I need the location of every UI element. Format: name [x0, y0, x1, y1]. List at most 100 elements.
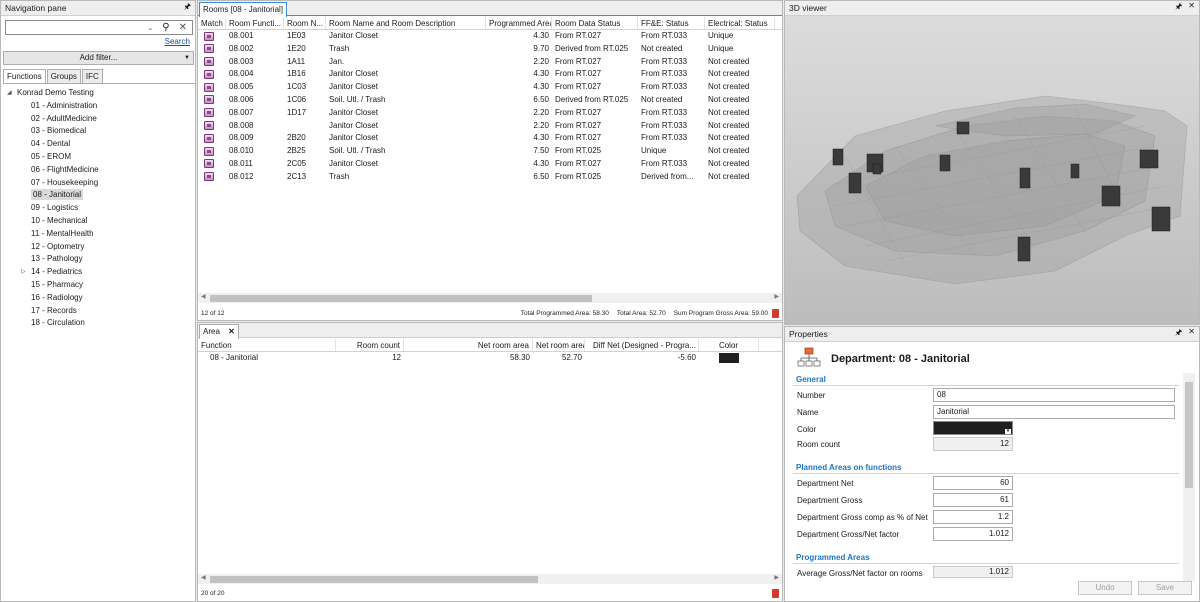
properties-vscrollbar[interactable]: [1183, 373, 1195, 581]
tab-groups[interactable]: Groups: [46, 69, 81, 83]
scroll-thumb[interactable]: [1185, 382, 1193, 488]
col-room-count[interactable]: Room count: [336, 339, 404, 351]
expand-arrow-icon[interactable]: ◢: [7, 87, 12, 100]
section-programmed-areas[interactable]: Programmed Areas: [796, 553, 870, 562]
table-row[interactable]: 08.012 2C13 Trash 6.50 From RT.025 Derived fr…: [198, 171, 782, 184]
tree-item[interactable]: 03 - Biomedical: [3, 125, 195, 138]
scroll-left-icon[interactable]: ◀: [201, 574, 206, 581]
number-field[interactable]: 08: [933, 388, 1175, 402]
area-tab-label: Area: [203, 327, 220, 336]
close-icon[interactable]: ✕: [1188, 327, 1195, 341]
pin-icon[interactable]: 🖈: [1175, 1, 1182, 15]
table-row[interactable]: 08.010 2B25 Soil. Utl. / Trash 7.50 From RT.…: [198, 145, 782, 158]
3d-model-view[interactable]: [785, 16, 1199, 324]
tree-item[interactable]: 01 - Administration: [3, 100, 195, 113]
clear-icon[interactable]: ✕: [179, 22, 187, 33]
scroll-thumb[interactable]: [210, 295, 592, 302]
table-row[interactable]: 08.002 1E20 Trash 9.70 Derived from RT.025 No…: [198, 43, 782, 56]
col-diff-net[interactable]: Diff Net (Designed - Progra...: [585, 339, 699, 351]
tree-item[interactable]: 18 - Circulation: [3, 317, 195, 330]
rooms-tab[interactable]: Rooms [08 - Janitorial]: [199, 2, 288, 17]
tree-item[interactable]: 10 - Mechanical: [3, 215, 195, 228]
area-hscrollbar[interactable]: ◀ ▶: [198, 574, 782, 584]
color-swatch[interactable]: [719, 353, 739, 364]
tab-functions[interactable]: Functions: [3, 69, 46, 84]
expand-arrow-icon[interactable]: ▷: [21, 266, 26, 279]
table-row[interactable]: 08.011 2C05 Janitor Closet 4.30 From RT.027 F…: [198, 158, 782, 171]
tree-item[interactable]: 13 - Pathology: [3, 253, 195, 266]
table-row[interactable]: 08.006 1C06 Soil. Utl. / Trash 6.50 Derived …: [198, 94, 782, 107]
nav-search-input[interactable]: ⌄ ⚲ ✕: [5, 20, 193, 35]
col-room-function[interactable]: Room Functi...: [226, 17, 284, 29]
tree-item-label: 12 - Optometry: [31, 241, 85, 251]
pin-icon[interactable]: 🖈: [184, 1, 191, 15]
pin-icon[interactable]: 🖈: [1175, 327, 1182, 341]
col-room-data-status[interactable]: Room Data Status: [552, 17, 638, 29]
col-room-name[interactable]: Room Name and Room Description: [326, 17, 486, 29]
col-ffe-status[interactable]: FF&E: Status: [638, 17, 705, 29]
col-electrical-status[interactable]: Electrical: Status: [705, 17, 775, 29]
room-data-status: From RT.027: [555, 56, 602, 66]
tree-item[interactable]: 17 - Records: [3, 305, 195, 318]
col-function[interactable]: Function: [198, 339, 336, 351]
dept-gross-field[interactable]: 61: [933, 493, 1013, 507]
gross-factor-field[interactable]: 1.012: [933, 527, 1013, 541]
table-row[interactable]: 08.001 1E03 Janitor Closet 4.30 From RT.027 F…: [198, 30, 782, 43]
room-data-status: Derived from RT.025: [555, 43, 629, 53]
table-row[interactable]: 08 - Janitorial 12 58.30 52.70 -5.60: [198, 352, 782, 365]
table-row[interactable]: 08.007 1D17 Janitor Closet 2.20 From RT.027 F…: [198, 107, 782, 120]
save-button[interactable]: Save: [1138, 581, 1192, 595]
scroll-left-icon[interactable]: ◀: [201, 293, 206, 300]
gross-pct-field[interactable]: 1.2: [933, 510, 1013, 524]
name-field[interactable]: Janitorial: [933, 405, 1175, 419]
tab-ifc[interactable]: IFC: [81, 69, 103, 83]
area-tab[interactable]: Area ✕: [199, 324, 239, 339]
room-name: Soil. Utl. / Trash: [329, 94, 386, 104]
tree-item[interactable]: 06 - FlightMedicine: [3, 164, 195, 177]
table-row[interactable]: 08.005 1C03 Janitor Closet 4.30 From RT.027 F…: [198, 81, 782, 94]
scroll-right-icon[interactable]: ▶: [774, 574, 779, 581]
pdf-export-icon[interactable]: [772, 589, 779, 598]
tree-item[interactable]: ▷ 14 - Pediatrics: [3, 266, 195, 279]
table-row[interactable]: 08.008 Janitor Closet 2.20 From RT.027 From …: [198, 120, 782, 133]
tree-item[interactable]: 11 - MentalHealth: [3, 228, 195, 241]
col-color[interactable]: Color: [699, 339, 759, 351]
tree-item[interactable]: 04 - Dental: [3, 138, 195, 151]
table-row[interactable]: 08.003 1A11 Jan. 2.20 From RT.027 From RT.033…: [198, 56, 782, 69]
col-room-number[interactable]: Room N...: [284, 17, 326, 29]
scroll-thumb[interactable]: [210, 576, 538, 583]
search-link[interactable]: Search: [165, 37, 190, 46]
col-programmed-area[interactable]: Programmed Area: [486, 17, 552, 29]
section-general[interactable]: General: [796, 375, 826, 384]
close-icon[interactable]: ✕: [228, 327, 235, 336]
tree-root[interactable]: ◢ Konrad Demo Testing: [3, 87, 195, 100]
tree-item[interactable]: 08 - Janitorial: [3, 189, 195, 202]
dept-net-field[interactable]: 60: [933, 476, 1013, 490]
col-net-room-area-2[interactable]: Net room area: [533, 339, 585, 351]
tree-item[interactable]: 07 - Housekeeping: [3, 177, 195, 190]
room-data-status: From RT.027: [555, 158, 602, 168]
col-net-room-area-1[interactable]: Net room area: [404, 339, 533, 351]
room-match-icon: [204, 133, 214, 143]
add-filter-button[interactable]: Add filter... ▼: [3, 51, 194, 65]
search-icon[interactable]: ⚲: [162, 22, 169, 33]
table-row[interactable]: 08.004 1B16 Janitor Closet 4.30 From RT.027 F…: [198, 68, 782, 81]
pdf-export-icon[interactable]: [772, 309, 779, 318]
electrical-status: Not created: [708, 56, 750, 66]
chevron-down-icon[interactable]: ⌄: [147, 24, 153, 32]
color-picker[interactable]: ▾: [933, 421, 1013, 435]
tree-item[interactable]: 16 - Radiology: [3, 292, 195, 305]
col-match[interactable]: Match: [198, 17, 226, 29]
close-icon[interactable]: ✕: [1188, 1, 1195, 15]
tree-item[interactable]: 09 - Logistics: [3, 202, 195, 215]
tree-item[interactable]: 12 - Optometry: [3, 241, 195, 254]
dropdown-arrow-icon[interactable]: ▾: [1005, 429, 1011, 434]
undo-button[interactable]: Undo: [1078, 581, 1132, 595]
scroll-right-icon[interactable]: ▶: [774, 293, 779, 300]
tree-item[interactable]: 02 - AdultMedicine: [3, 113, 195, 126]
tree-item[interactable]: 15 - Pharmacy: [3, 279, 195, 292]
table-row[interactable]: 08.009 2B20 Janitor Closet 4.30 From RT.027 F…: [198, 132, 782, 145]
rooms-hscrollbar[interactable]: ◀ ▶: [198, 293, 782, 303]
tree-item[interactable]: 05 - EROM: [3, 151, 195, 164]
section-planned-areas[interactable]: Planned Areas on functions: [796, 463, 902, 472]
